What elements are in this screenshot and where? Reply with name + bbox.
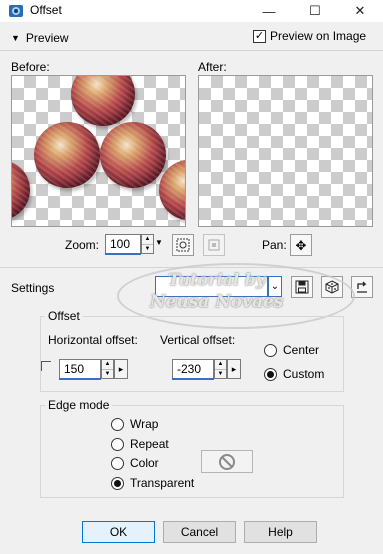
help-button[interactable]: Help — [244, 521, 317, 543]
vertical-offset-underline — [172, 378, 214, 380]
pan-button[interactable]: ✥ — [290, 234, 312, 256]
spin-up-icon[interactable]: ▲ — [142, 235, 153, 244]
before-label: Before: — [11, 60, 50, 74]
edge-transparent-radio[interactable]: Transparent — [111, 476, 194, 490]
zoom-label: Zoom: — [65, 238, 100, 252]
zoom-fit-icon — [176, 238, 190, 252]
title-bar: Offset — ☐ ✕ — [0, 0, 383, 22]
horizontal-offset-slider-icon[interactable]: ▸ — [114, 359, 128, 379]
edge-color-label: Color — [130, 456, 159, 470]
offset-custom-label: Custom — [283, 367, 325, 381]
offset-center-radio[interactable]: Center — [264, 343, 319, 357]
zoom-dropdown-icon[interactable]: ▼ — [155, 238, 163, 247]
preview-toggle[interactable]: ▼ Preview — [11, 31, 69, 45]
pan-move-icon: ✥ — [295, 237, 307, 253]
pan-label: Pan: — [262, 238, 287, 252]
no-color-icon — [219, 453, 235, 470]
cancel-button[interactable]: Cancel — [163, 521, 236, 543]
spin-down-icon[interactable]: ▼ — [142, 243, 153, 254]
caret-down-icon: ▼ — [11, 33, 20, 43]
preview-on-image-checkbox[interactable]: ✓ Preview on Image — [253, 29, 366, 43]
horizontal-offset-spinner[interactable]: ▲ ▼ — [101, 359, 114, 379]
edge-repeat-radio[interactable]: Repeat — [111, 437, 169, 451]
edge-color-radio[interactable]: Color — [111, 456, 159, 470]
zoom-actual-icon — [208, 239, 220, 251]
edge-transparent-label: Transparent — [130, 476, 195, 490]
radio-selected-icon — [111, 476, 124, 490]
spin-down-icon[interactable]: ▼ — [102, 368, 113, 379]
edge-wrap-label: Wrap — [130, 417, 159, 431]
before-preview-image[interactable] — [11, 75, 186, 227]
reset-arrow-icon — [357, 281, 367, 293]
app-icon — [8, 3, 24, 19]
edge-repeat-label: Repeat — [130, 437, 169, 451]
radio-icon — [111, 456, 124, 470]
watermark-line-1: Tutorial by — [168, 270, 266, 289]
offset-center-label: Center — [283, 343, 320, 357]
horizontal-offset-input[interactable]: 150 — [59, 359, 101, 379]
after-preview-image[interactable] — [198, 75, 373, 227]
preview-toggle-label: Preview — [25, 31, 69, 45]
offset-custom-radio[interactable]: Custom — [264, 367, 324, 381]
zoom-input-underline — [105, 253, 141, 255]
preview-on-image-label: Preview on Image — [270, 29, 367, 43]
offset-group-label: Offset — [45, 309, 83, 323]
radio-selected-icon — [264, 367, 277, 381]
ok-button[interactable]: OK — [82, 521, 155, 543]
spin-up-icon[interactable]: ▲ — [102, 360, 113, 369]
spin-down-icon[interactable]: ▼ — [215, 368, 226, 379]
watermark-line-2: Neusa Novaes — [150, 292, 284, 312]
spin-up-icon[interactable]: ▲ — [215, 360, 226, 369]
minimize-button[interactable]: — — [246, 0, 292, 22]
divider — [0, 50, 383, 51]
edge-wrap-radio[interactable]: Wrap — [111, 417, 158, 431]
radio-icon — [111, 417, 124, 431]
edge-mode-group-label: Edge mode — [45, 398, 113, 412]
horizontal-offset-underline — [59, 378, 101, 380]
settings-label: Settings — [11, 281, 55, 295]
edge-color-swatch[interactable] — [201, 450, 253, 473]
close-button[interactable]: ✕ — [337, 0, 383, 22]
checkbox-checked-icon: ✓ — [253, 29, 266, 43]
radio-icon — [264, 343, 277, 357]
horizontal-offset-label: Horizontal offset: — [48, 333, 138, 347]
radio-icon — [111, 437, 124, 451]
maximize-button[interactable]: ☐ — [292, 0, 338, 22]
zoom-spinner[interactable]: ▲ ▼ — [141, 234, 154, 254]
zoom-fit-button[interactable] — [172, 234, 194, 256]
after-label: After: — [198, 60, 227, 74]
vertical-offset-input[interactable]: -230 — [172, 359, 214, 379]
vertical-offset-spinner[interactable]: ▲ ▼ — [214, 359, 227, 379]
zoom-input[interactable]: 100 — [105, 234, 141, 254]
vertical-offset-slider-icon[interactable]: ▸ — [227, 359, 241, 379]
vertical-offset-label: Vertical offset: — [160, 333, 236, 347]
zoom-actual-button[interactable] — [203, 234, 225, 256]
window-title: Offset — [30, 3, 62, 17]
link-bracket-icon — [41, 361, 51, 371]
